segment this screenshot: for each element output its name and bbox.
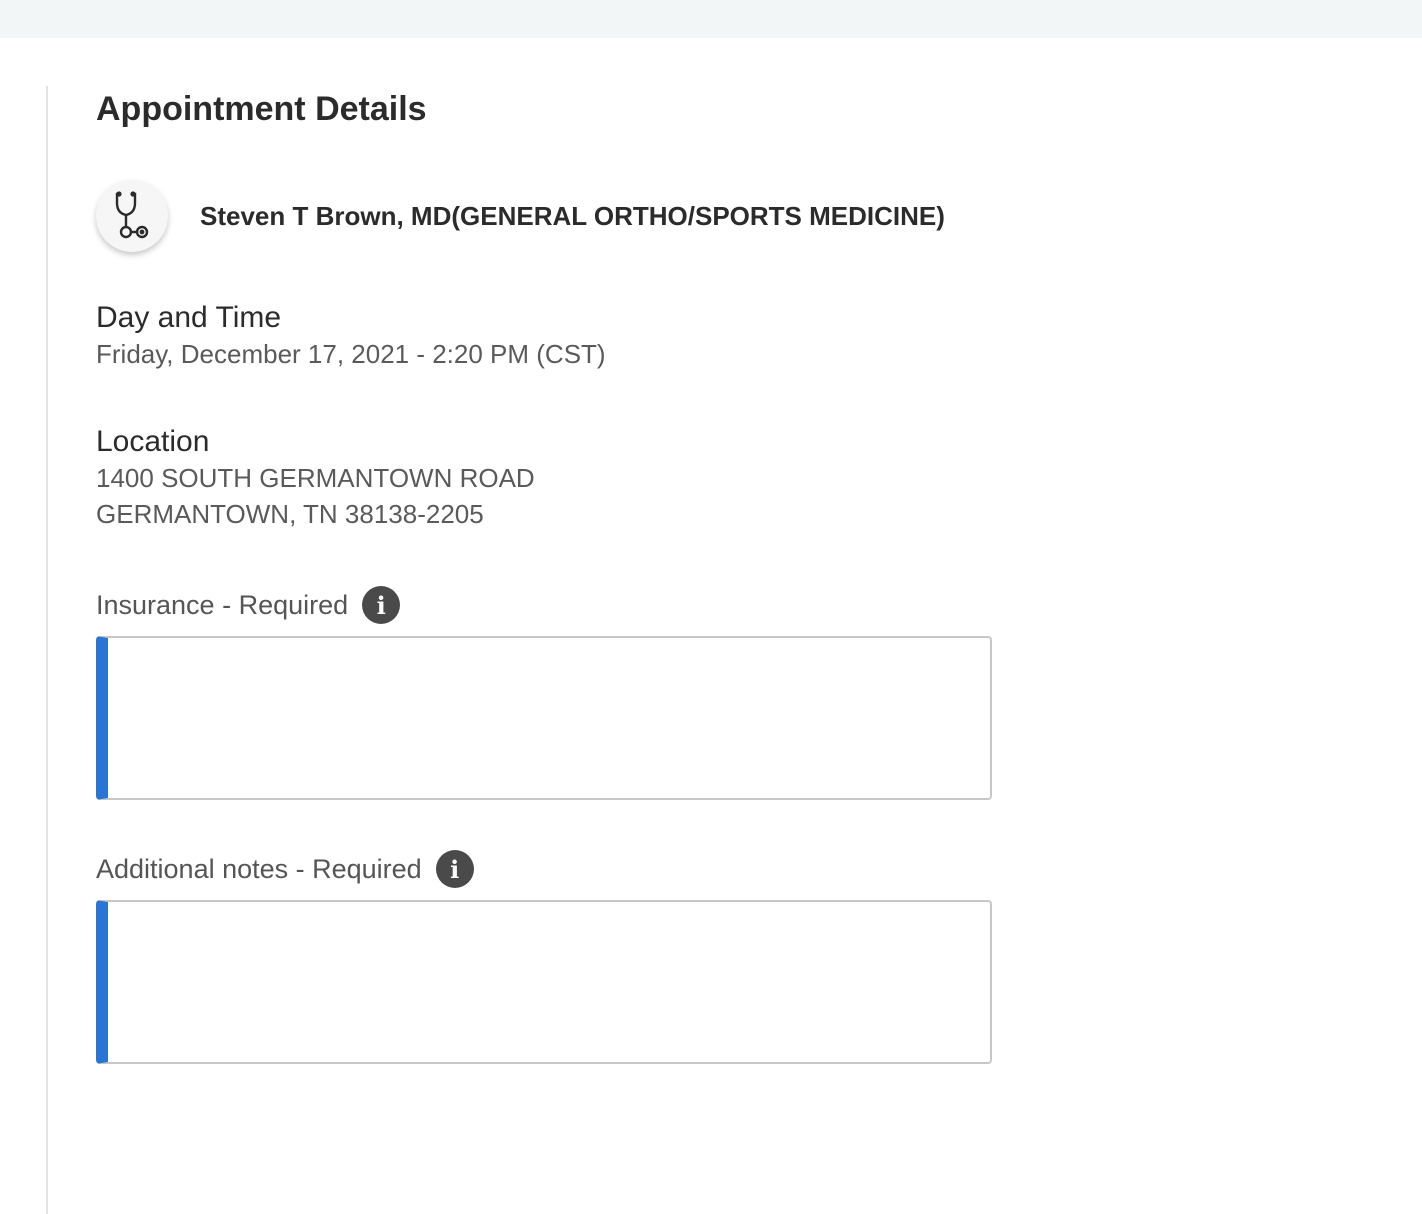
day-time-label: Day and Time — [96, 301, 282, 334]
location-section: Location 1400 SOUTH GERMANTOWN ROAD GERM… — [96, 424, 535, 532]
page-title: Appointment Details — [96, 90, 427, 128]
day-time-value: Friday, December 17, 2021 - 2:20 PM (CST… — [96, 339, 606, 369]
additional-notes-info-icon[interactable]: i — [435, 850, 474, 888]
additional-notes-label: Additional notes - Required — [96, 853, 422, 884]
location-address-line1: 1400 SOUTH GERMANTOWN ROAD — [96, 463, 535, 493]
left-divider — [46, 86, 48, 1214]
location-address-line2: GERMANTOWN, TN 38138-2205 — [96, 499, 484, 529]
additional-notes-input[interactable] — [96, 900, 992, 1064]
insurance-input[interactable] — [96, 636, 992, 800]
day-time-section: Day and Time Friday, December 17, 2021 -… — [96, 300, 606, 372]
insurance-label: Insurance - Required — [96, 589, 349, 620]
provider-row: Steven T Brown, MD(GENERAL ORTHO/SPORTS … — [96, 180, 945, 252]
insurance-info-icon[interactable]: i — [362, 586, 401, 624]
provider-name: Steven T Brown, MD(GENERAL ORTHO/SPORTS … — [200, 200, 945, 231]
insurance-label-row: Insurance - Required i — [96, 586, 401, 624]
notes-label-row: Additional notes - Required i — [96, 850, 474, 888]
stethoscope-icon — [96, 180, 168, 252]
location-label: Location — [96, 425, 210, 458]
top-bar — [0, 0, 1422, 38]
